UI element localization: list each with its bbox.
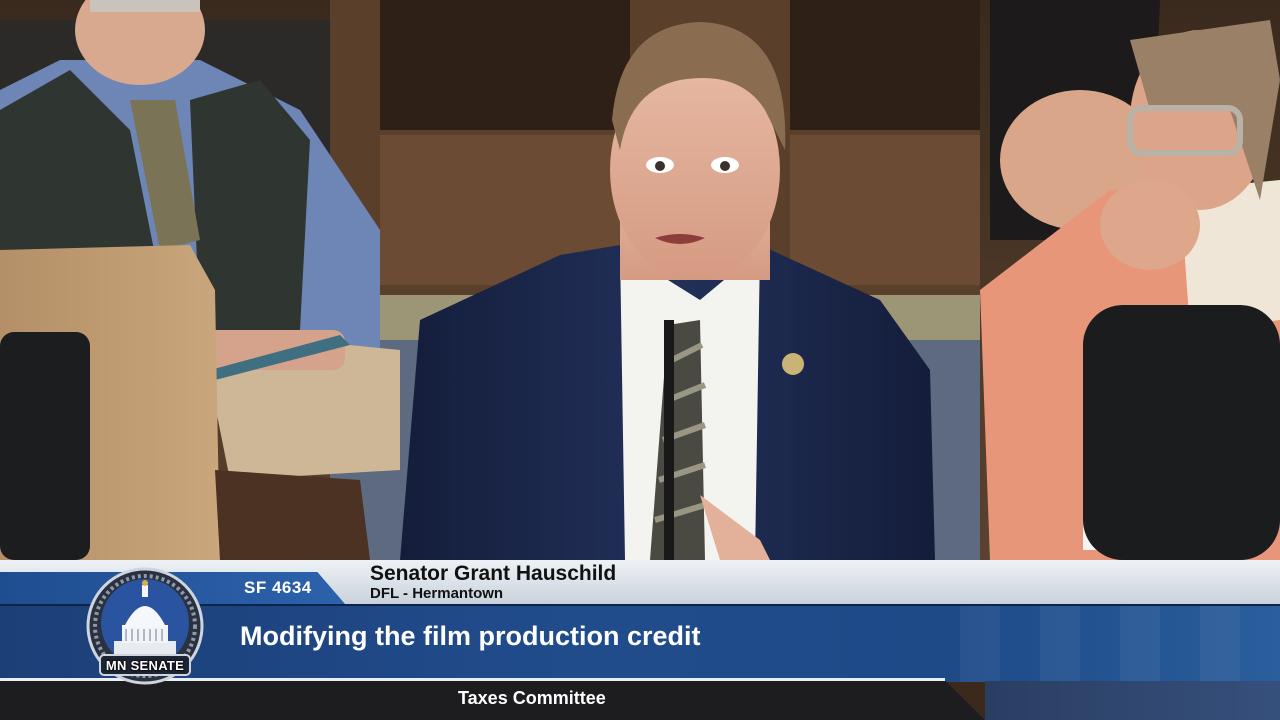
accent-strip <box>985 681 1280 720</box>
senate-logo-text: MN SENATE <box>105 658 185 673</box>
hearing-room-photo <box>0 0 1280 560</box>
leather-chair-right <box>1083 305 1280 560</box>
speaker-district: DFL - Hermantown <box>370 585 504 602</box>
committee-name: Taxes Committee <box>458 688 606 708</box>
bill-number: SF 4634 <box>244 578 312 597</box>
speaker-name: Senator Grant Hauschild <box>370 562 617 585</box>
topic-title: Modifying the film production credit <box>240 621 701 651</box>
leather-chair-left <box>0 332 90 560</box>
